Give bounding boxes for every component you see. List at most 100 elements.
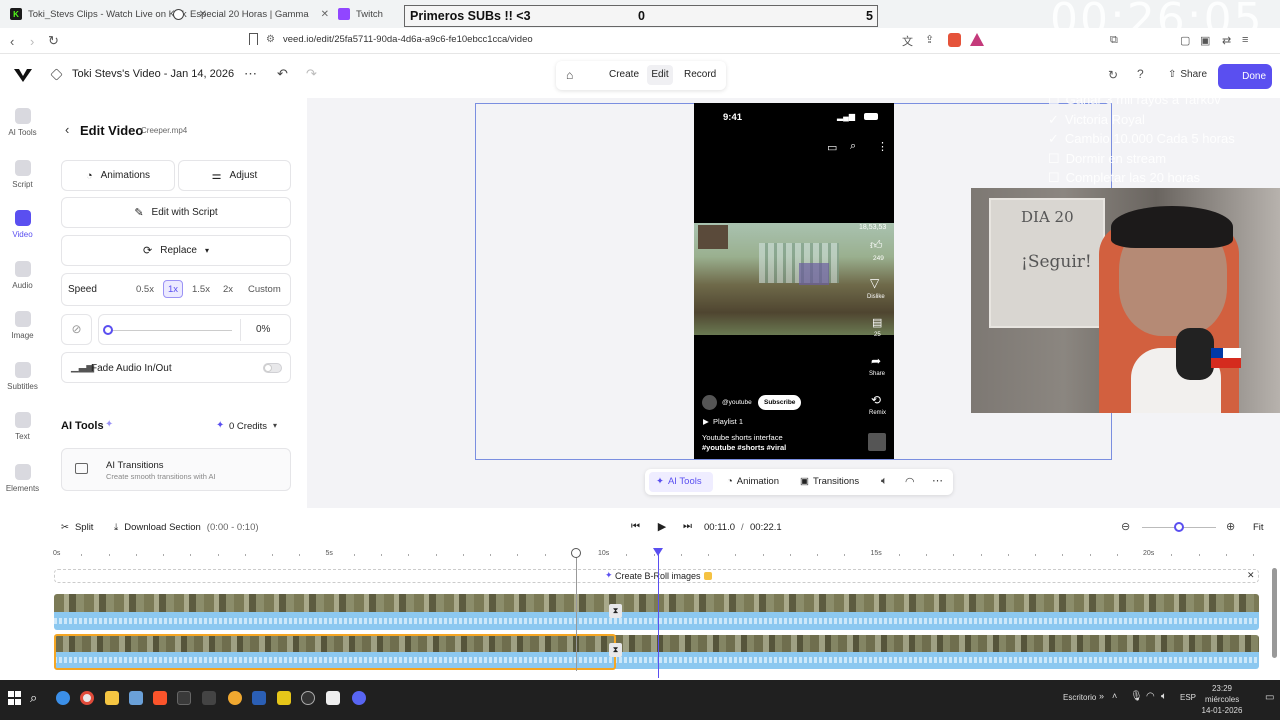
site-info-icon[interactable]: ⚙ [266,34,275,45]
time-ruler[interactable]: 0s 5s 10s 15s 20s [0,546,1280,564]
playhead[interactable] [658,548,659,678]
transition-marker-icon[interactable]: ⧗ [609,643,622,657]
clock-day[interactable]: miércoles [1205,695,1239,704]
wallet-icon[interactable]: ▣ [1200,34,1210,47]
timer-icon[interactable] [571,548,581,558]
more-options-icon[interactable]: ⋯ [932,474,943,487]
language-indicator[interactable]: ESP [1180,693,1196,702]
file-explorer-icon[interactable] [105,691,119,705]
obs-icon[interactable] [301,691,315,705]
url-field[interactable]: veed.io/edit/25fa5711-90da-4d6a-a9c6-fe1… [283,34,533,45]
speed-option-0-5x[interactable]: 0.5x [136,284,154,295]
back-arrow-icon[interactable]: ‹ [65,122,69,137]
transition-marker-icon[interactable]: ⧗ [609,604,622,618]
mode-create[interactable]: Create [609,69,639,80]
volume-value[interactable]: 0% [256,324,270,335]
animations-button[interactable]: ◔ Animations [61,160,175,191]
download-section-button[interactable]: ⤓ Download Section (0:00 - 0:10) [114,522,259,533]
mute-icon[interactable]: ⊘ [61,314,92,345]
timeline-scrollbar[interactable] [1272,568,1277,658]
desktop-label[interactable]: Escritorio [1063,693,1096,702]
chrome-icon[interactable] [80,691,94,705]
close-tab-icon[interactable]: ✕ [321,9,329,20]
edge-icon[interactable] [56,691,70,705]
speed-icon[interactable]: ◠ [905,475,915,488]
notepad-icon[interactable] [129,691,143,705]
sidebar-item-video[interactable]: Video [0,210,45,239]
tray-chevron-icon[interactable]: ˄ [1112,691,1117,701]
done-button[interactable]: Done [1218,64,1272,89]
broll-track[interactable]: ✦ Create B-Roll images ✕ [54,569,1259,583]
sidebar-item-text[interactable]: Text [0,412,45,441]
back-icon[interactable]: ‹ [10,34,14,49]
speaker-icon[interactable]: 🔈︎ [1161,691,1167,702]
video-clip-track-1[interactable] [54,594,1259,630]
translate-icon[interactable]: 文 [902,33,913,49]
edit-with-script-button[interactable]: ✎ Edit with Script [61,197,291,228]
volume-slider[interactable] [103,325,113,335]
replace-button[interactable]: ⟳ Replace ▾ [61,235,291,266]
share-page-icon[interactable]: ⇪ [925,33,934,46]
microphone-icon[interactable]: 🎙︎ [1130,691,1143,702]
zoom-in-icon[interactable]: ⊕ [1226,520,1235,533]
app-icon[interactable] [326,691,340,705]
bookmark-icon[interactable] [249,33,258,45]
app-icon[interactable] [202,691,216,705]
skip-back-icon[interactable]: ⏮︎ [631,521,640,532]
wifi-icon[interactable]: ◠ [1146,691,1155,702]
forward-icon[interactable]: › [30,34,34,49]
terminal-icon[interactable] [177,691,191,705]
extensions-icon[interactable]: ⧉ [1110,34,1118,47]
ai-transitions-card[interactable]: AI Transitions Create smooth transitions… [61,448,291,491]
zoom-slider[interactable] [1174,522,1184,532]
speed-option-custom[interactable]: Custom [248,284,281,295]
sidebar-item-ai-tools[interactable]: AI Tools [0,108,45,137]
split-button[interactable]: ✂ Split [61,522,93,533]
mode-edit[interactable]: Edit [647,65,673,85]
ai-tools-button[interactable]: ✦ AI Tools [649,472,713,492]
redo-icon[interactable]: ↷ [306,66,317,82]
expand-icon[interactable]: » [1099,691,1104,701]
sidebar-icon[interactable]: ▢ [1180,34,1190,47]
volume-icon[interactable]: 🔈︎ [881,475,888,488]
brave-rewards-icon[interactable] [970,33,984,46]
app-icon[interactable] [277,691,291,705]
mode-record[interactable]: Record [684,69,716,80]
play-button[interactable]: ▶ [651,516,673,538]
vpn-icon[interactable]: ⇄ [1222,34,1231,47]
word-icon[interactable] [252,691,266,705]
sidebar-item-audio[interactable]: Audio [0,261,45,290]
notifications-icon[interactable]: ▭ [1265,692,1274,703]
share-button[interactable]: ⇧ Share [1168,69,1207,80]
browser-tab-gamma[interactable]: Especial 20 Horas | Gamma ✕ [173,3,329,25]
sync-icon[interactable]: ↻ [1108,68,1118,82]
sidebar-item-script[interactable]: Script [0,160,45,189]
windows-start-icon[interactable] [8,691,22,705]
search-icon[interactable]: ⌕ [30,690,37,706]
help-icon[interactable]: ? [1137,67,1144,81]
transitions-button[interactable]: ▣ Transitions [800,476,859,487]
app-icon[interactable] [228,691,242,705]
sidebar-item-elements[interactable]: Elements [0,464,45,493]
skip-forward-icon[interactable]: ⏭︎ [683,521,692,532]
fit-button[interactable]: Fit [1253,522,1264,533]
clock-date[interactable]: 14-01-2026 [1201,706,1243,715]
undo-icon[interactable]: ↶ [277,66,288,82]
fade-audio-toggle[interactable] [263,363,282,373]
home-icon[interactable]: ⌂ [566,68,573,82]
more-options-icon[interactable]: ⋯ [244,66,257,82]
browser-tab-twitch[interactable]: Twitch [338,3,383,25]
speed-option-1-5x[interactable]: 1.5x [192,284,210,295]
zoom-out-icon[interactable]: ⊖ [1121,520,1130,533]
close-icon[interactable]: ✕ [1247,570,1255,581]
project-title[interactable]: Toki Stevs's Video - Jan 14, 2026 [72,68,234,80]
brave-icon[interactable] [153,691,167,705]
sidebar-item-image[interactable]: Image [0,311,45,340]
credits-dropdown[interactable]: 0 Credits [229,421,267,432]
speed-option-2x[interactable]: 2x [223,284,233,295]
menu-icon[interactable]: ≡ [1242,34,1248,46]
sidebar-item-subtitles[interactable]: Subtitles [0,362,45,391]
veed-logo-icon[interactable] [13,68,33,83]
adjust-button[interactable]: ⚌ Adjust [178,160,291,191]
playhead-handle[interactable] [653,548,663,556]
